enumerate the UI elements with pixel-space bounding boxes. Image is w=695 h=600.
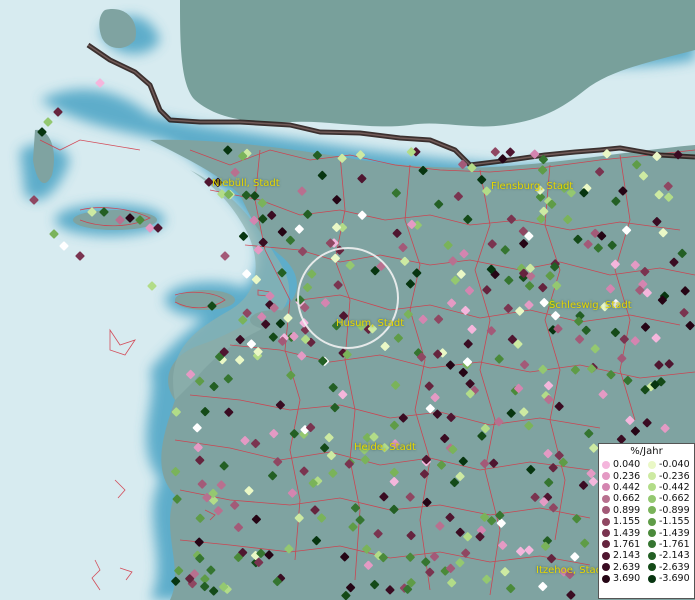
legend-value: 0.236 xyxy=(613,470,641,482)
legend-value: 0.662 xyxy=(613,493,641,505)
city-label-niebuell: Niebüll, Stadt xyxy=(212,178,280,189)
legend-entry: -2.639 xyxy=(648,562,694,573)
legend-swatch xyxy=(648,540,656,549)
legend-swatch xyxy=(602,483,610,492)
legend-value: 1.439 xyxy=(613,527,641,539)
legend-swatch xyxy=(648,472,656,481)
legend-entry: 0.236 xyxy=(602,470,648,482)
legend-swatch xyxy=(602,494,610,503)
legend-value: -0.899 xyxy=(659,504,690,516)
legend-swatch xyxy=(602,472,610,481)
legend-swatch xyxy=(648,517,656,526)
legend-swatch xyxy=(602,574,610,583)
legend-entry: -2.143 xyxy=(648,550,694,561)
legend-value: 0.442 xyxy=(613,481,641,493)
city-label-flensburg: Flensburg, Stadt xyxy=(491,181,574,192)
legend-value: -0.040 xyxy=(659,459,690,471)
legend-value: -3.690 xyxy=(659,573,690,585)
legend-value: 2.639 xyxy=(613,561,641,573)
legend-entry: -0.442 xyxy=(648,482,694,493)
legend-entry: 1.155 xyxy=(602,516,648,527)
legend-entry: 1.761 xyxy=(602,539,648,550)
legend-value: -1.761 xyxy=(659,538,690,550)
legend-swatch xyxy=(648,529,656,538)
legend-swatch xyxy=(602,563,610,572)
legend-entry: 3.690 xyxy=(602,573,648,584)
legend-entry: 0.442 xyxy=(602,482,648,493)
legend-value: -0.442 xyxy=(659,481,690,493)
legend-entry: -0.236 xyxy=(648,470,694,482)
legend-swatch xyxy=(648,563,656,572)
legend-swatch xyxy=(648,494,656,503)
legend-entry: -0.899 xyxy=(648,505,694,516)
city-label-itzehoe: Itzehoe, Stadt xyxy=(536,565,606,576)
legend-swatch xyxy=(602,506,610,515)
legend-value: 0.040 xyxy=(613,459,641,471)
legend-entry: 0.899 xyxy=(602,505,648,516)
legend-value: -1.155 xyxy=(659,516,690,528)
legend-swatch xyxy=(602,517,610,526)
legend-entry: -3.690 xyxy=(648,573,694,584)
legend-entry: 1.439 xyxy=(602,527,648,539)
legend-entry: -1.439 xyxy=(648,527,694,539)
legend-value: -0.662 xyxy=(659,493,690,505)
legend-value: -0.236 xyxy=(659,470,690,482)
legend-value: 3.690 xyxy=(613,573,641,585)
legend-swatch xyxy=(648,506,656,515)
legend-entry: -1.155 xyxy=(648,516,694,527)
legend-swatch xyxy=(602,460,610,469)
legend-positive-column: 0.040 0.236 0.442 0.662 0.899 1.155 1.439 1.761… xyxy=(602,459,648,584)
legend-entry: 0.040 xyxy=(602,459,648,470)
legend-value: -2.639 xyxy=(659,561,690,573)
legend-swatch xyxy=(602,529,610,538)
legend-value: -1.439 xyxy=(659,527,690,539)
legend-value: 2.143 xyxy=(613,550,641,562)
legend-swatch xyxy=(648,574,656,583)
legend-entry: 2.639 xyxy=(602,562,648,573)
legend-swatch xyxy=(648,551,656,560)
legend-value: -2.143 xyxy=(659,550,690,562)
city-label-heide: Heide, Stadt xyxy=(354,442,416,453)
legend: %/Jahr 0.040 0.236 0.442 0.662 0.899 1.155 1.4… xyxy=(598,443,695,599)
legend-value: 1.761 xyxy=(613,538,641,550)
legend-entry: -0.040 xyxy=(648,459,694,470)
legend-negative-column: -0.040 -0.236 -0.442 -0.662 -0.899 -1.155 -1.4… xyxy=(648,459,694,584)
legend-swatch xyxy=(602,540,610,549)
legend-swatch xyxy=(648,483,656,492)
legend-value: 1.155 xyxy=(613,516,641,528)
legend-swatch xyxy=(602,551,610,560)
city-label-schleswig: Schleswig, Stadt xyxy=(549,300,632,311)
city-label-husum: Husum, Stadt xyxy=(336,318,405,329)
legend-entry: 2.143 xyxy=(602,550,648,561)
legend-entry: 0.662 xyxy=(602,493,648,504)
legend-entry: -0.662 xyxy=(648,493,694,504)
legend-title: %/Jahr xyxy=(630,446,663,457)
legend-swatch xyxy=(648,460,656,469)
legend-entry: -1.761 xyxy=(648,539,694,550)
legend-value: 0.899 xyxy=(613,504,641,516)
